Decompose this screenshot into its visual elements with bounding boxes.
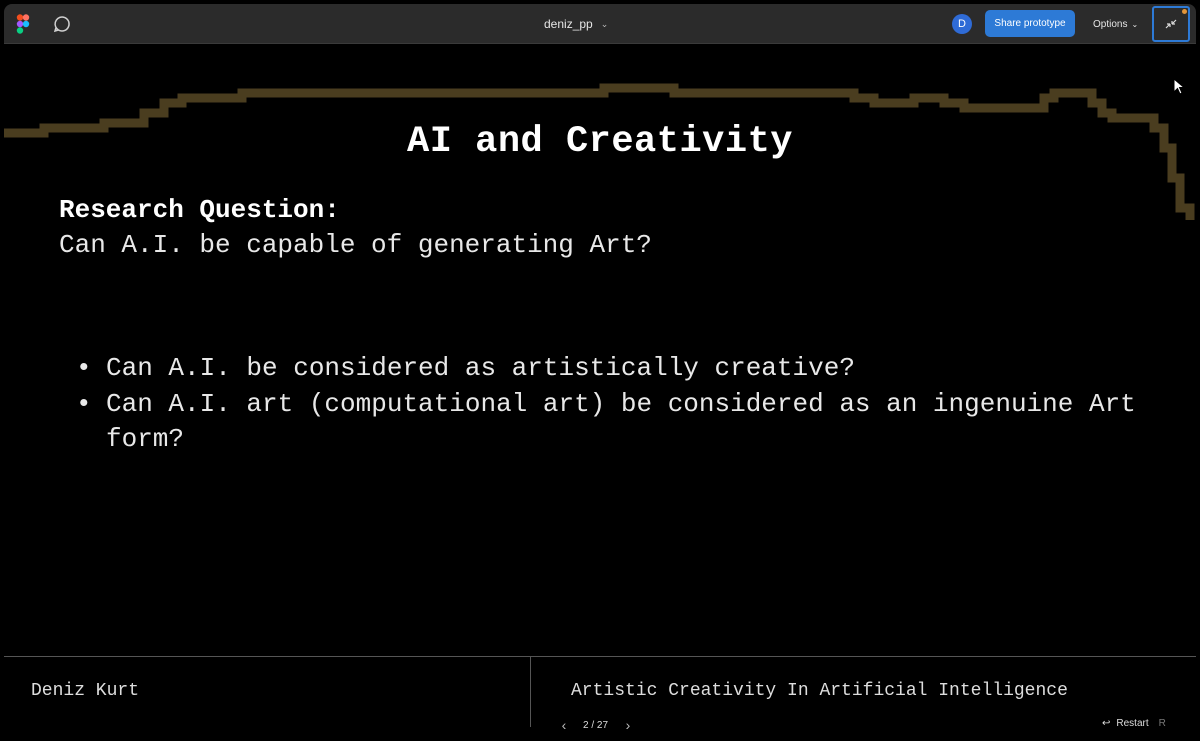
next-slide-button[interactable]: ›: [620, 717, 636, 733]
restart-shortcut: R: [1158, 718, 1166, 729]
exit-fullscreen-button[interactable]: [1152, 6, 1190, 42]
chevron-down-icon: ⌄: [600, 18, 609, 29]
research-question-text: Can A.I. be capable of generating Art?: [59, 230, 652, 260]
footer-divider: [4, 656, 1196, 657]
list-item-text: Can A.I. art (computational art) be cons…: [106, 388, 1136, 455]
list-item: • Can A.I. be considered as artistically …: [76, 351, 1136, 387]
prototype-window: deniz_pp ⌄ D Share prototype Options ⌄ A…: [4, 4, 1196, 737]
chevron-down-icon: ⌄: [1131, 19, 1139, 29]
options-menu[interactable]: Options ⌄: [1093, 4, 1138, 44]
footer-author: Deniz Kurt: [31, 681, 140, 701]
bullet-icon: •: [76, 353, 92, 383]
mouse-cursor-icon: [1173, 78, 1186, 95]
comment-icon[interactable]: [52, 14, 72, 34]
research-question-label: Research Question:: [59, 195, 340, 225]
share-prototype-button[interactable]: Share prototype: [985, 10, 1075, 37]
toolbar: deniz_pp ⌄ D Share prototype Options ⌄: [4, 4, 1196, 44]
slide-title: AI and Creativity: [407, 121, 793, 163]
avatar[interactable]: D: [952, 14, 972, 34]
restart-label: Restart: [1116, 718, 1149, 729]
file-name-menu[interactable]: deniz_pp ⌄: [544, 4, 608, 44]
restart-icon: ↩: [1102, 718, 1111, 729]
list-item-text: Can A.I. be considered as artistically c…: [106, 353, 855, 383]
bullet-list: • Can A.I. be considered as artistically …: [76, 351, 1136, 458]
options-label: Options: [1093, 18, 1128, 30]
restart-button[interactable]: ↩ Restart R: [1102, 718, 1166, 729]
previous-slide-button[interactable]: ‹: [556, 717, 572, 733]
footer-vertical-divider: [530, 657, 531, 727]
list-item: • Can A.I. art (computational art) be con…: [76, 387, 1136, 458]
bullet-icon: •: [76, 388, 92, 419]
page-indicator: 2 / 27: [583, 720, 609, 731]
notification-dot: [1182, 9, 1187, 14]
figma-logo-icon[interactable]: [14, 14, 32, 34]
file-name: deniz_pp: [544, 17, 593, 31]
footer-presentation-title: Artistic Creativity In Artificial Intell…: [571, 681, 1068, 701]
slide-canvas: AI and Creativity Research Question: Can…: [4, 45, 1196, 737]
